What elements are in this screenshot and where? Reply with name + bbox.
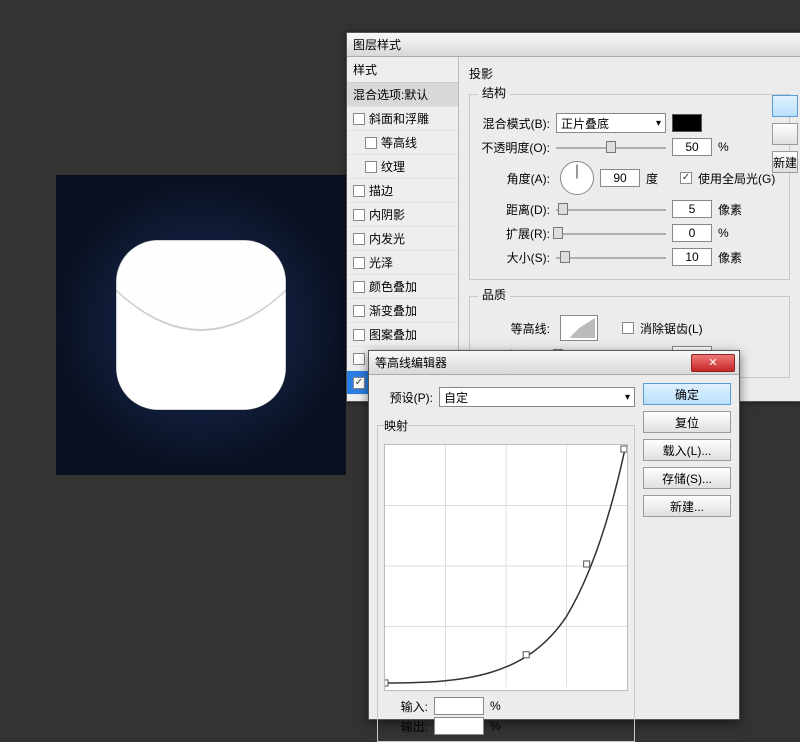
layer-style-dialog: 图层样式 样式 混合选项:默认斜面和浮雕等高线纹理描边内阴影内发光光泽颜色叠加渐… xyxy=(346,32,800,402)
style-item-innerGlow[interactable]: 内发光 xyxy=(347,227,458,251)
global-light-label: 使用全局光(G) xyxy=(698,170,775,187)
angle-value[interactable]: 90 xyxy=(600,169,640,187)
contour-curve-canvas[interactable] xyxy=(384,444,628,691)
size-value[interactable]: 10 xyxy=(672,248,712,266)
new-button[interactable]: 新建... xyxy=(643,495,731,517)
style-label: 描边 xyxy=(369,182,393,199)
spread-unit: % xyxy=(718,226,746,240)
style-item-stroke[interactable]: 描边 xyxy=(347,179,458,203)
load-button[interactable]: 载入(L)... xyxy=(643,439,731,461)
caret-down-icon: ▾ xyxy=(625,392,630,403)
style-checkbox-innerGlow[interactable] xyxy=(353,233,365,245)
blendmode-select[interactable]: 正片叠底 ▾ xyxy=(556,113,666,133)
styles-header[interactable]: 样式 xyxy=(347,57,458,83)
style-item-pattOverlay[interactable]: 图案叠加 xyxy=(347,323,458,347)
style-item-colorOverlay[interactable]: 颜色叠加 xyxy=(347,275,458,299)
style-checkbox-innerShadow[interactable] xyxy=(353,209,365,221)
distance-value[interactable]: 5 xyxy=(672,200,712,218)
style-label: 光泽 xyxy=(369,254,393,271)
opacity-label: 不透明度(O): xyxy=(478,139,550,156)
style-label: 内发光 xyxy=(369,230,405,247)
preset-select[interactable]: 自定 ▾ xyxy=(439,387,635,407)
style-label: 等高线 xyxy=(381,134,417,151)
output-value[interactable] xyxy=(434,717,484,735)
angle-dial[interactable] xyxy=(560,161,594,195)
quality-legend: 品质 xyxy=(478,286,510,303)
structure-fieldset: 结构 混合模式(B): 正片叠底 ▾ 不透明度(O): 50 % 角 xyxy=(469,86,790,280)
blendmode-label: 混合模式(B): xyxy=(478,115,550,132)
style-item-textureSub[interactable]: 纹理 xyxy=(347,155,458,179)
right-button-stub: 新建 xyxy=(772,89,800,179)
style-checkbox-gradOverlay[interactable] xyxy=(353,305,365,317)
ok-button[interactable]: 确定 xyxy=(643,383,731,405)
input-percent: % xyxy=(490,699,501,713)
style-label: 图案叠加 xyxy=(369,326,417,343)
save-button[interactable]: 存储(S)... xyxy=(643,467,731,489)
shadow-color-swatch[interactable] xyxy=(672,114,702,132)
input-label: 输入: xyxy=(384,698,428,715)
angle-label: 角度(A): xyxy=(478,170,550,187)
size-unit: 像素 xyxy=(718,249,746,266)
blending-options-default[interactable]: 混合选项:默认 xyxy=(347,83,458,107)
style-checkbox-contourSub[interactable] xyxy=(365,137,377,149)
preset-label: 预设(P): xyxy=(377,389,433,406)
ok-button-stub[interactable] xyxy=(772,95,798,117)
global-light-checkbox[interactable] xyxy=(680,172,692,184)
style-checkbox-colorOverlay[interactable] xyxy=(353,281,365,293)
angle-unit: 度 xyxy=(646,170,674,187)
output-label: 输出: xyxy=(384,718,428,735)
style-checkbox-textureSub[interactable] xyxy=(365,161,377,173)
style-label: 斜面和浮雕 xyxy=(369,110,429,127)
opacity-value[interactable]: 50 xyxy=(672,138,712,156)
envelope-icon xyxy=(111,235,291,415)
style-item-bevel[interactable]: 斜面和浮雕 xyxy=(347,107,458,131)
cancel-button-stub[interactable] xyxy=(772,123,798,145)
style-checkbox-stroke[interactable] xyxy=(353,185,365,197)
spread-value[interactable]: 0 xyxy=(672,224,712,242)
preset-value: 自定 xyxy=(444,389,468,406)
spread-slider[interactable] xyxy=(556,226,666,240)
opacity-slider[interactable] xyxy=(556,140,666,154)
new-style-button-stub[interactable]: 新建 xyxy=(772,151,798,173)
panel-title: 投影 xyxy=(469,65,790,82)
mapping-legend: 映射 xyxy=(384,417,408,434)
opacity-unit: % xyxy=(718,140,746,154)
style-label: 内阴影 xyxy=(369,206,405,223)
spread-label: 扩展(R): xyxy=(478,225,550,242)
style-label: 颜色叠加 xyxy=(369,278,417,295)
style-label: 渐变叠加 xyxy=(369,302,417,319)
distance-label: 距离(D): xyxy=(478,201,550,218)
contour-editor-title: 等高线编辑器 xyxy=(375,354,447,371)
style-label: 纹理 xyxy=(381,158,405,175)
input-value[interactable] xyxy=(434,697,484,715)
output-percent: % xyxy=(490,719,501,733)
distance-slider[interactable] xyxy=(556,202,666,216)
distance-unit: 像素 xyxy=(718,201,746,218)
style-item-innerShadow[interactable]: 内阴影 xyxy=(347,203,458,227)
contour-label: 等高线: xyxy=(478,320,550,337)
style-item-contourSub[interactable]: 等高线 xyxy=(347,131,458,155)
layer-style-titlebar[interactable]: 图层样式 xyxy=(347,33,800,57)
style-checkbox-bevel[interactable] xyxy=(353,113,365,125)
style-checkbox-satin[interactable] xyxy=(353,257,365,269)
style-checkbox-outerGlow[interactable] xyxy=(353,353,365,365)
contour-editor-titlebar[interactable]: 等高线编辑器 ✕ xyxy=(369,351,739,375)
contour-picker[interactable] xyxy=(560,315,598,341)
style-checkbox-pattOverlay[interactable] xyxy=(353,329,365,341)
size-label: 大小(S): xyxy=(478,249,550,266)
antialias-checkbox[interactable] xyxy=(622,322,634,334)
structure-legend: 结构 xyxy=(478,84,510,101)
style-item-satin[interactable]: 光泽 xyxy=(347,251,458,275)
mapping-fieldset: 映射 输入: xyxy=(377,417,635,742)
close-icon[interactable]: ✕ xyxy=(691,354,735,372)
design-canvas xyxy=(56,175,346,475)
antialias-label: 消除锯齿(L) xyxy=(640,320,703,337)
style-item-gradOverlay[interactable]: 渐变叠加 xyxy=(347,299,458,323)
contour-editor-dialog: 等高线编辑器 ✕ 预设(P): 自定 ▾ 映射 xyxy=(368,350,740,720)
style-checkbox-dropShadow[interactable] xyxy=(353,377,365,389)
size-slider[interactable] xyxy=(556,250,666,264)
reset-button[interactable]: 复位 xyxy=(643,411,731,433)
blendmode-value: 正片叠底 xyxy=(561,115,609,132)
caret-down-icon: ▾ xyxy=(656,118,661,129)
